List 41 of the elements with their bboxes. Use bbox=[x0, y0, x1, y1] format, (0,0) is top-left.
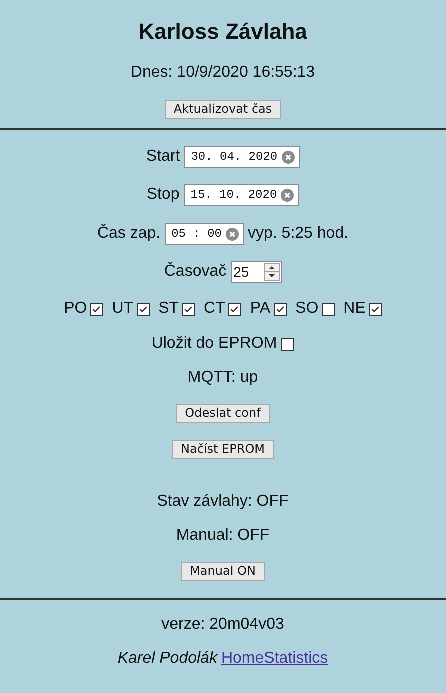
clear-icon[interactable] bbox=[226, 228, 240, 240]
day-checkbox[interactable] bbox=[228, 302, 242, 316]
day-label: SO bbox=[296, 299, 319, 319]
day-checkbox[interactable] bbox=[274, 302, 287, 316]
day-checkbox[interactable] bbox=[90, 302, 104, 316]
irrigation-status-text: Stav závlahy: OFF bbox=[157, 492, 289, 512]
day-label: UT bbox=[112, 299, 134, 319]
save-eprom-label: Uložit do EPROM bbox=[152, 334, 278, 354]
field-label: Start bbox=[146, 147, 180, 167]
clear-icon[interactable] bbox=[281, 188, 294, 202]
save-checkbox[interactable] bbox=[281, 338, 294, 350]
spinner-icon[interactable] bbox=[264, 263, 280, 281]
day-label: PO bbox=[64, 299, 88, 319]
date-field[interactable]: 30. 04. 2020 bbox=[184, 146, 300, 168]
day-checkbox[interactable] bbox=[368, 302, 382, 316]
mqtt-status-text: MQTT: up bbox=[188, 368, 258, 388]
field-label: Časovač bbox=[164, 262, 227, 282]
current-time-text: Dnes: 10/9/2020 16:55:13 bbox=[130, 63, 316, 83]
field-label: Stop bbox=[146, 185, 180, 205]
number-field[interactable]: 25 bbox=[230, 261, 282, 283]
day-label: ST bbox=[158, 299, 180, 319]
clear-icon[interactable] bbox=[282, 150, 295, 164]
author-name: Karel Podolák bbox=[118, 649, 218, 669]
page-title: Karloss Závlaha bbox=[138, 18, 308, 45]
off-time-text: vyp. 5:25 hod. bbox=[248, 224, 349, 244]
day-checkbox[interactable] bbox=[136, 302, 150, 316]
day-label: CT bbox=[204, 299, 226, 319]
time-field[interactable]: 05 : 00 bbox=[164, 223, 244, 245]
day-checkbox[interactable] bbox=[322, 302, 335, 316]
date-field[interactable]: 15. 10. 2020 bbox=[184, 184, 300, 206]
day-label: NE bbox=[344, 299, 366, 319]
manual-status-text: Manual: OFF bbox=[176, 526, 270, 546]
load-eprom-button[interactable]: Načíst EPROM bbox=[172, 440, 274, 459]
update-time-button[interactable]: Aktualizovat čas bbox=[164, 100, 282, 119]
send-config-button[interactable]: Odeslat conf bbox=[176, 404, 270, 423]
version-text: verze: 20m04v03 bbox=[162, 615, 284, 635]
manual-on-button[interactable]: Manual ON bbox=[181, 562, 265, 581]
field-label: Čas zap. bbox=[97, 224, 161, 244]
homestatistics-link[interactable]: HomeStatistics bbox=[221, 649, 328, 669]
day-checkbox[interactable] bbox=[182, 302, 196, 316]
day-label: PA bbox=[250, 299, 271, 319]
